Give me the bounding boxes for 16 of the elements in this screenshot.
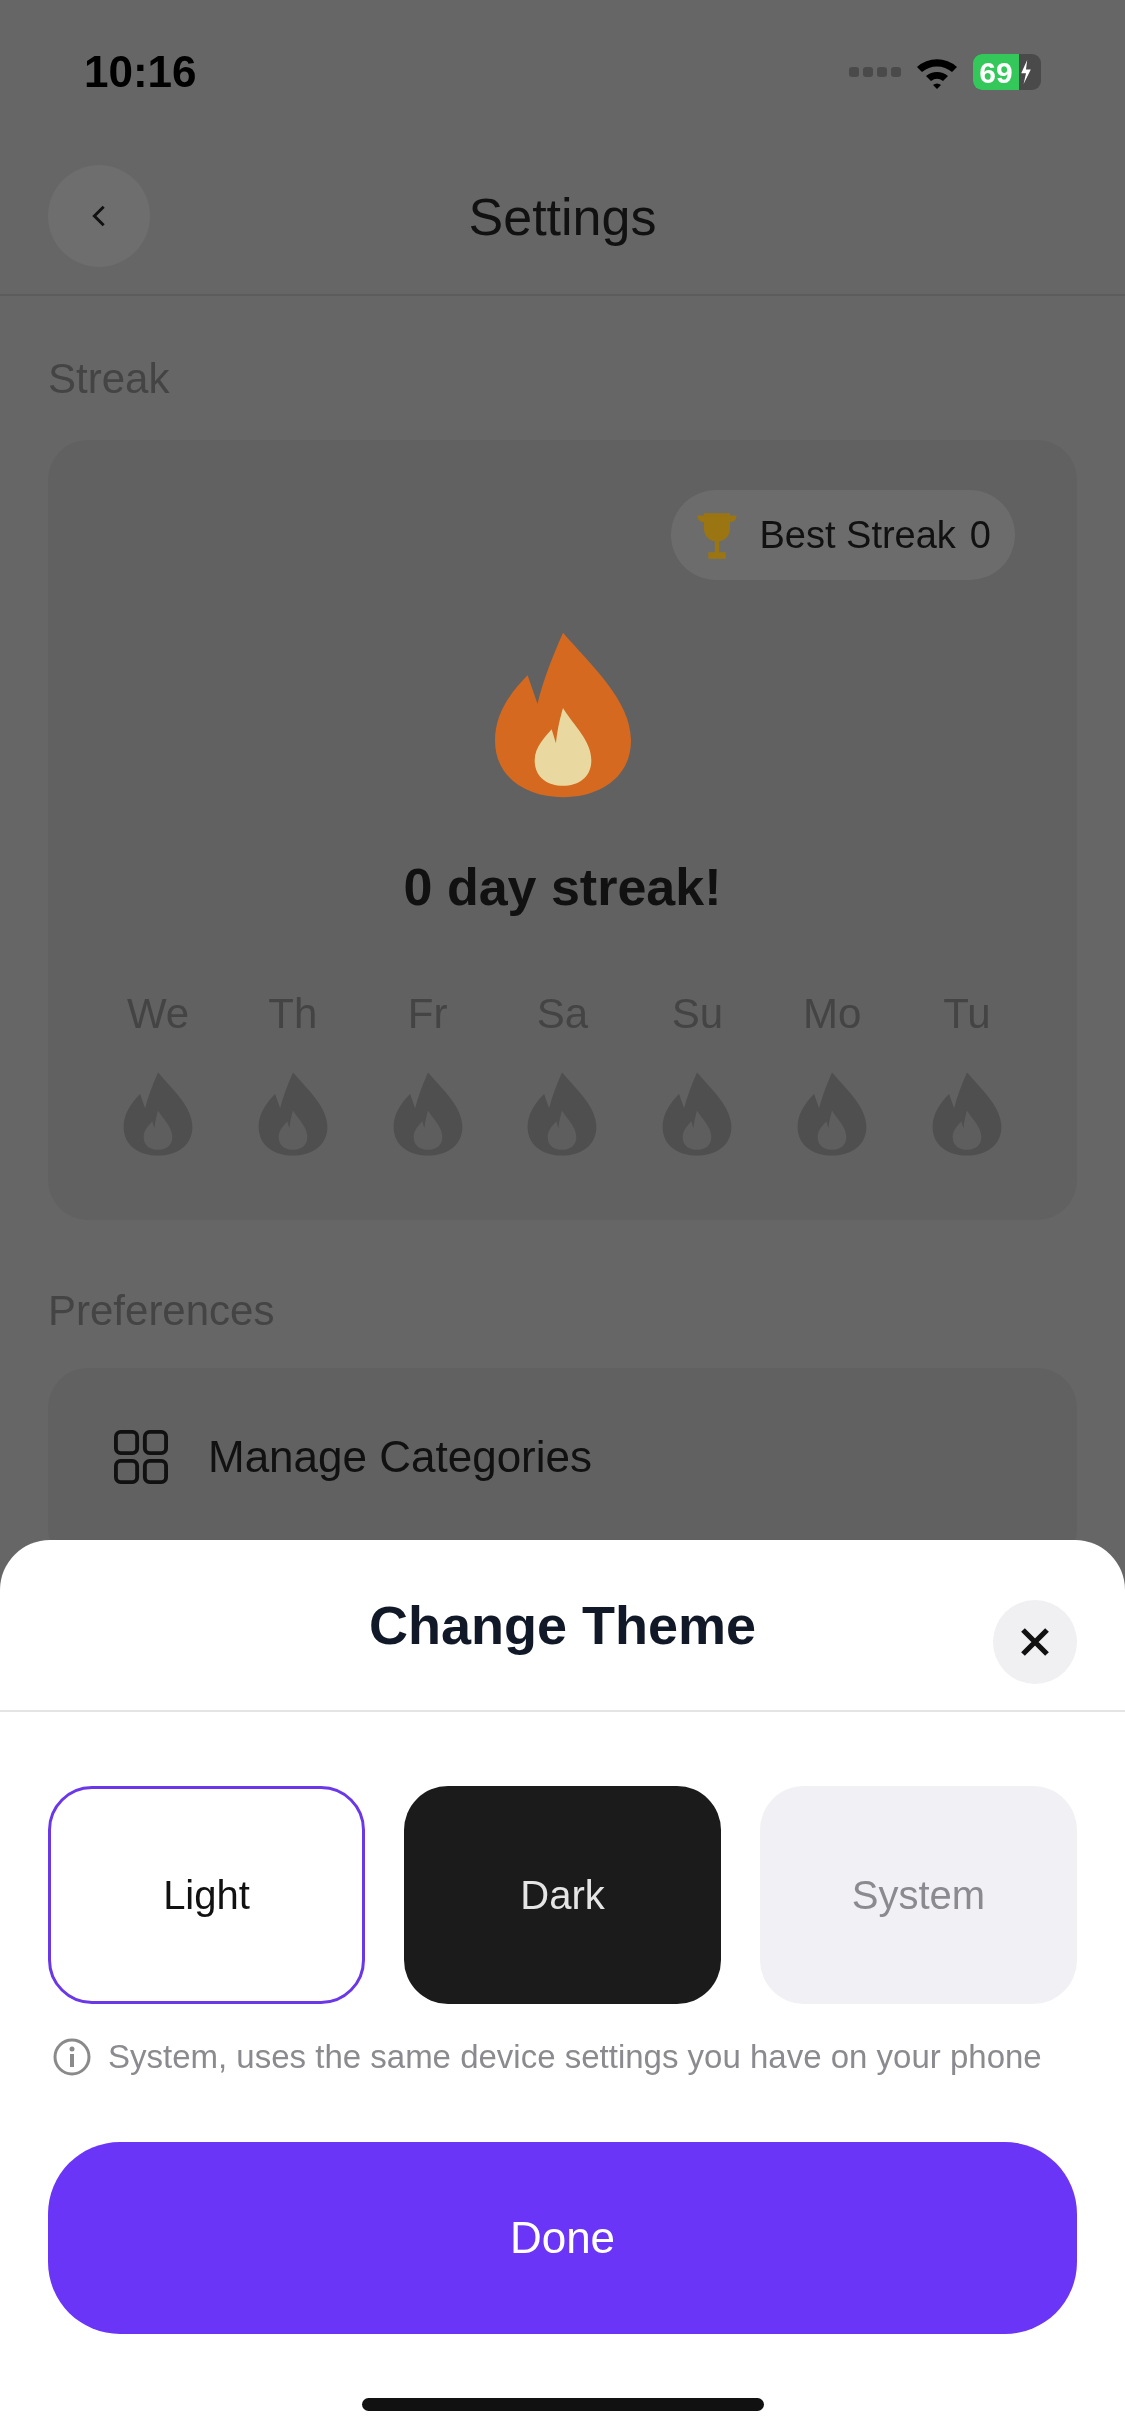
theme-option[interactable]: Dark [404, 1786, 721, 2004]
page-title: Settings [468, 187, 657, 248]
signal-icon [849, 67, 901, 77]
theme-note: System, uses the same device settings you have on your phone [108, 2037, 1042, 2077]
streak-headline: 0 day streak! [403, 857, 722, 918]
best-streak-value: 0 [969, 512, 991, 558]
done-button[interactable]: Done [48, 2141, 1077, 2334]
best-streak-label: Best Streak [759, 512, 956, 558]
theme-option[interactable]: Light [48, 1786, 365, 2004]
info-icon [52, 2036, 92, 2077]
status-time: 10:16 [84, 46, 197, 98]
chevron-left-icon [92, 204, 106, 228]
grid-icon [114, 1430, 168, 1484]
close-icon [1020, 1627, 1050, 1657]
battery-icon: 69 [973, 54, 1041, 90]
sheet-title: Change Theme [368, 1593, 757, 1657]
